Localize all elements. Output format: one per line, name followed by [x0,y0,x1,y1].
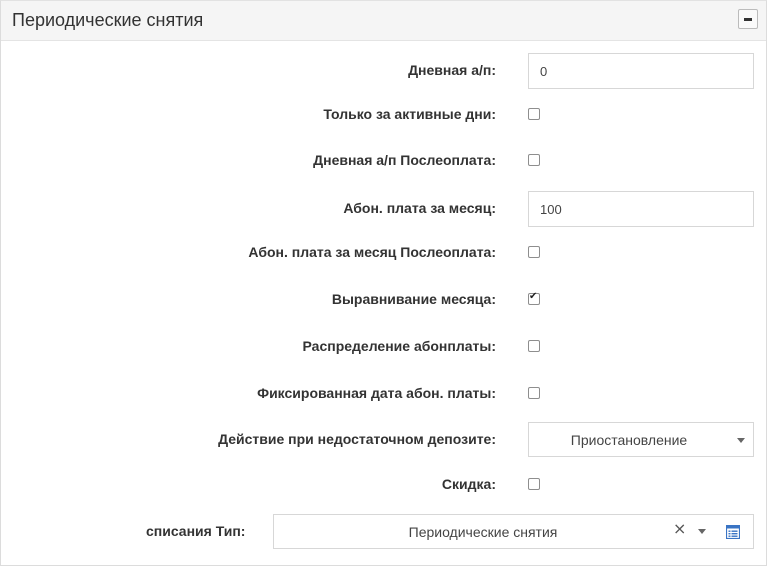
panel-title: Периодические снятия [12,10,204,30]
fee-distribution-label: Распределение абонплаты: [302,338,496,354]
fixed-fee-date-checkbox[interactable] [528,387,540,399]
fixed-fee-date-label: Фиксированная дата абон. платы: [257,385,496,401]
writeoff-type-label: списания Тип: [146,523,246,539]
writeoff-type-value: Периодические снятия [408,524,558,540]
monthly-fee-postpaid-label: Абон. плата за месяц Послеоплата: [248,244,496,260]
chevron-down-icon [698,529,706,534]
writeoff-type-list-button[interactable] [713,514,754,549]
periodic-withdrawals-panel: Периодические снятия Дневная а/п: Только… [0,0,767,566]
active-days-only-checkbox[interactable] [528,108,540,120]
chevron-down-icon [737,438,745,443]
month-alignment-checkbox[interactable] [528,291,540,305]
writeoff-type-select[interactable]: Периодические снятия × [273,514,714,549]
monthly-fee-postpaid-checkbox[interactable] [528,246,540,258]
minus-icon [744,18,752,21]
panel-header: Периодические снятия [1,1,766,41]
insufficient-deposit-action-label: Действие при недостаточном депозите: [218,431,496,447]
daily-fee-label: Дневная а/п: [408,62,496,78]
month-alignment-label: Выравнивание месяца: [331,291,496,307]
list-icon [726,525,740,539]
insufficient-deposit-action-select[interactable]: Приостановление [528,422,754,457]
discount-label: Скидка: [441,476,496,492]
active-days-only-label: Только за активные дни: [323,106,496,122]
daily-fee-postpaid-checkbox[interactable] [528,154,540,166]
insufficient-deposit-action-value: Приостановление [570,432,688,448]
clear-icon[interactable]: × [673,519,686,538]
discount-checkbox[interactable] [528,478,540,490]
daily-fee-input[interactable] [528,53,754,89]
daily-fee-postpaid-label: Дневная а/п Послеоплата: [313,152,496,168]
collapse-button[interactable] [738,9,758,29]
fee-distribution-checkbox[interactable] [528,340,540,352]
monthly-fee-input[interactable] [528,191,754,227]
monthly-fee-label: Абон. плата за месяц: [343,200,496,216]
